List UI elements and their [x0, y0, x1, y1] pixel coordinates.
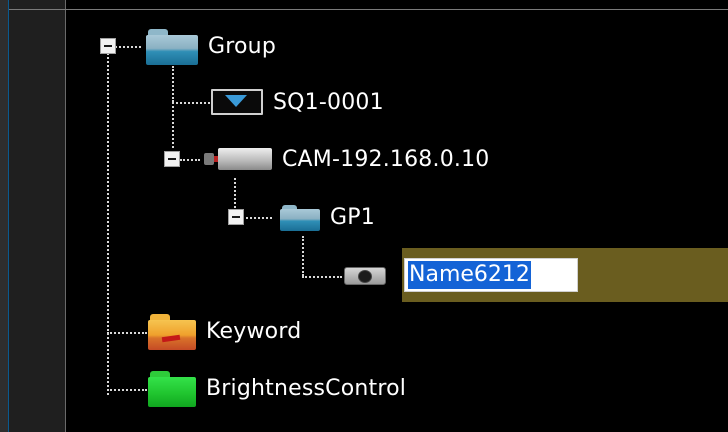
- tree-node-keyword[interactable]: Keyword: [148, 312, 302, 350]
- tree-connector: [172, 66, 174, 102]
- node-label: GP1: [330, 204, 375, 230]
- tree-node-camera[interactable]: CAM-192.168.0.10: [202, 141, 489, 177]
- tree-connector: [107, 389, 147, 391]
- tree-node-gp1[interactable]: GP1: [280, 199, 375, 235]
- folder-icon: [146, 27, 198, 65]
- folder-icon: [280, 203, 320, 231]
- folder-icon: [148, 369, 196, 407]
- node-label: SQ1-0001: [273, 89, 384, 115]
- camera-icon: [202, 148, 272, 170]
- tree-connector: [302, 236, 304, 276]
- folder-icon: [148, 312, 196, 350]
- tree-view[interactable]: Group SQ1-0001 CAM-192.168.0.10 GP1 Name…: [66, 10, 728, 432]
- tree-connector: [107, 50, 109, 395]
- node-label: Group: [208, 33, 276, 59]
- tree-connector: [107, 332, 147, 334]
- rename-input[interactable]: Name6212: [404, 258, 578, 292]
- tree-connector: [115, 46, 141, 48]
- tree-connector: [172, 102, 174, 148]
- collapse-toggle-gp1[interactable]: [228, 209, 244, 225]
- tree-connector: [234, 178, 236, 208]
- tree-node-name6212[interactable]: [344, 258, 386, 294]
- tree-connector: [172, 102, 210, 104]
- tree-connector: [180, 159, 200, 161]
- collapse-toggle-cam[interactable]: [164, 151, 180, 167]
- tree-node-brightness[interactable]: BrightnessControl: [148, 369, 407, 407]
- device-icon: [344, 267, 386, 285]
- rename-input-selected-text: Name6212: [408, 261, 531, 289]
- collapse-toggle-group[interactable]: [100, 38, 116, 54]
- left-strip: [0, 0, 9, 432]
- side-gutter: [9, 0, 66, 432]
- tree-connector: [242, 217, 272, 219]
- tree-node-sq1[interactable]: SQ1-0001: [211, 84, 384, 120]
- node-label: Keyword: [206, 318, 302, 344]
- tree-connector: [302, 276, 342, 278]
- tree-node-group[interactable]: Group: [146, 27, 276, 65]
- node-label: BrightnessControl: [206, 375, 407, 401]
- node-label: CAM-192.168.0.10: [282, 146, 490, 172]
- monitor-icon: [211, 89, 263, 115]
